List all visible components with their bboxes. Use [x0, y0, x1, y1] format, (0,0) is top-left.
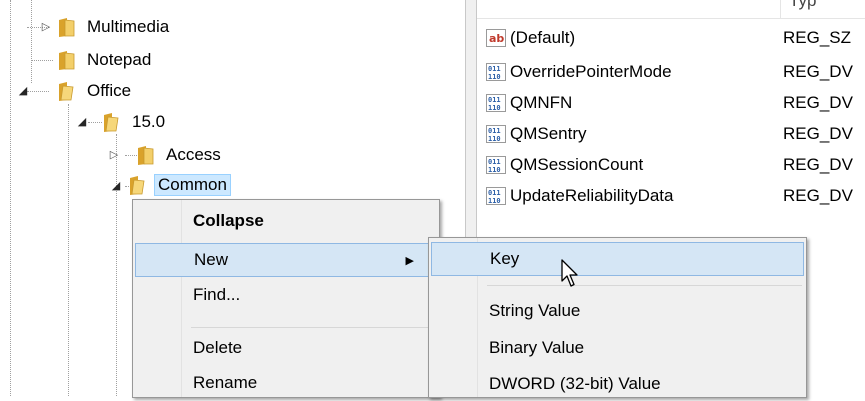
svg-text:011: 011 — [488, 96, 501, 104]
menu-item-new[interactable]: New ▶ — [135, 243, 437, 277]
value-row[interactable]: 011 110 QMSessionCount REG_DV — [477, 151, 853, 179]
folder-icon — [59, 51, 75, 70]
menu-item-label: DWORD (32-bit) Value — [489, 374, 661, 393]
binary-value-icon: 011 110 — [486, 94, 506, 112]
folder-icon — [59, 18, 75, 37]
tree-guide-line — [31, 60, 53, 61]
folder-open-icon — [104, 113, 119, 132]
folder-icon — [138, 146, 154, 165]
value-name: QMSessionCount — [510, 155, 644, 174]
menu-item-label: New — [194, 250, 229, 269]
tree-guide-line — [31, 0, 32, 83]
svg-text:110: 110 — [488, 73, 501, 81]
tree-item-15-0[interactable]: 15.0 — [102, 109, 169, 135]
tree-guide-line — [27, 91, 49, 92]
value-type: REG_DV — [783, 62, 853, 81]
collapse-arrow-icon[interactable]: ◢ — [76, 116, 88, 128]
expand-arrow-icon[interactable]: ▷ — [40, 21, 52, 33]
column-separator[interactable] — [780, 0, 781, 18]
tree-item-multimedia[interactable]: Multimedia — [57, 14, 173, 40]
value-type: REG_DV — [783, 124, 853, 143]
tree-item-common[interactable]: Common — [126, 172, 231, 198]
menu-item-label: Collapse — [193, 211, 264, 230]
binary-value-icon: 011 110 — [486, 156, 506, 174]
menu-item-find[interactable]: Find... — [135, 278, 437, 312]
new-submenu: Key String Value Binary Value DWORD (32-… — [428, 237, 807, 398]
svg-text:011: 011 — [488, 158, 501, 166]
folder-open-icon — [59, 82, 74, 101]
tree-item-label: Access — [166, 145, 221, 164]
tree-guide-line — [68, 104, 69, 396]
tree-item-office[interactable]: Office — [57, 78, 135, 104]
svg-text:110: 110 — [488, 166, 501, 174]
value-name: OverridePointerMode — [510, 62, 672, 81]
menu-separator — [487, 285, 802, 286]
value-row[interactable]: 011 110 UpdateReliabilityData REG_DV — [477, 182, 853, 210]
value-type: REG_DV — [783, 93, 853, 112]
binary-value-icon: 011 110 — [486, 125, 506, 143]
binary-value-icon: 011 110 — [486, 187, 506, 205]
menu-separator — [191, 327, 435, 328]
value-name: QMSentry — [510, 124, 587, 143]
menu-item-collapse[interactable]: Collapse — [135, 204, 437, 238]
menu-item-label: String Value — [489, 301, 581, 320]
context-menu: Collapse New ▶ Find... Delete Rename — [132, 199, 440, 398]
value-type: REG_SZ — [783, 28, 852, 47]
value-row[interactable]: 011 110 QMNFN REG_DV — [477, 89, 853, 117]
tree-guide-line — [10, 0, 11, 396]
tree-guide-line — [88, 122, 102, 123]
svg-text:011: 011 — [488, 189, 501, 197]
binary-value-icon: 011 110 — [486, 63, 506, 81]
mouse-pointer-icon — [561, 259, 578, 287]
menu-item-string-value[interactable]: String Value — [431, 294, 804, 328]
value-name: (Default) — [510, 28, 576, 47]
tree-item-label: 15.0 — [132, 112, 166, 131]
menu-item-key[interactable]: Key — [431, 242, 804, 276]
value-name: UpdateReliabilityData — [510, 186, 674, 205]
svg-text:011: 011 — [488, 127, 501, 135]
collapse-arrow-icon[interactable]: ◢ — [110, 180, 122, 192]
tree-item-label: Common — [154, 174, 231, 196]
svg-text:110: 110 — [488, 197, 501, 205]
svg-text:110: 110 — [488, 104, 501, 112]
submenu-arrow-icon: ▶ — [405, 254, 414, 267]
value-name: QMNFN — [510, 93, 573, 112]
svg-text:ab: ab — [489, 32, 504, 45]
menu-item-label: Key — [490, 249, 520, 268]
value-type: REG_DV — [783, 186, 853, 205]
tree-item-label: Multimedia — [87, 17, 170, 36]
svg-text:110: 110 — [488, 135, 501, 143]
column-header: Typ — [477, 0, 865, 19]
menu-item-label: Rename — [193, 373, 258, 392]
tree-item-notepad[interactable]: Notepad — [57, 47, 155, 73]
menu-item-delete[interactable]: Delete — [135, 331, 437, 365]
value-row[interactable]: 011 110 QMSentry REG_DV — [477, 120, 853, 148]
menu-item-label: Find... — [193, 285, 241, 304]
svg-text:011: 011 — [488, 65, 501, 73]
tree-item-label: Office — [87, 81, 132, 100]
tree-guide-line — [116, 134, 117, 396]
string-value-icon: ab — [486, 29, 506, 47]
type-column-header[interactable]: Typ — [789, 0, 816, 11]
value-row[interactable]: 011 110 OverridePointerMode REG_DV — [477, 58, 853, 86]
menu-item-label: Delete — [193, 338, 243, 357]
menu-item-rename[interactable]: Rename — [135, 366, 437, 400]
expand-arrow-icon[interactable]: ▷ — [108, 149, 120, 161]
folder-open-icon — [130, 176, 145, 195]
tree-item-access[interactable]: Access — [136, 142, 225, 168]
menu-item-label: Binary Value — [489, 338, 585, 357]
menu-item-binary-value[interactable]: Binary Value — [431, 331, 804, 365]
collapse-arrow-icon[interactable]: ◢ — [17, 85, 29, 97]
tree-item-label: Notepad — [87, 50, 152, 69]
value-row[interactable]: ab (Default) REG_SZ — [477, 24, 851, 52]
value-type: REG_DV — [783, 155, 853, 174]
